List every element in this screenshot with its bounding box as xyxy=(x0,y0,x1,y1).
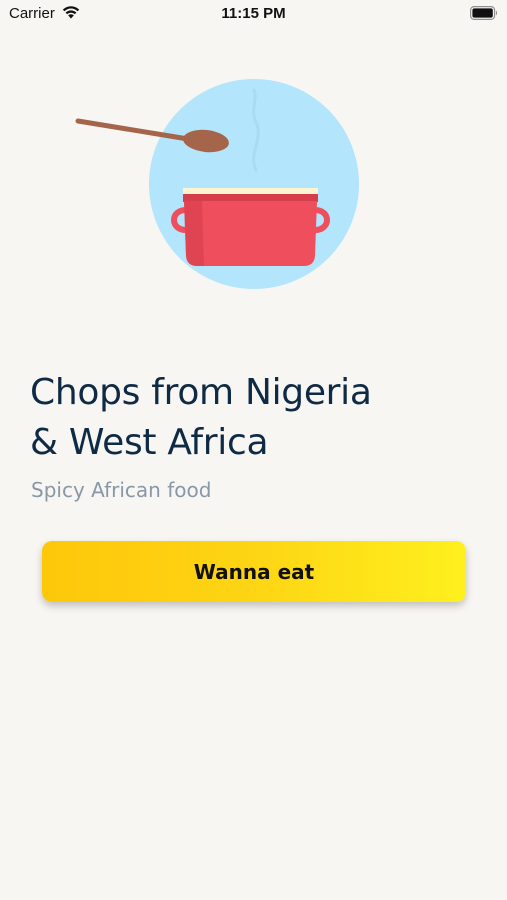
pot-body xyxy=(184,201,317,266)
page-title: Chops from Nigeria & West Africa xyxy=(30,368,480,468)
wanna-eat-button[interactable]: Wanna eat xyxy=(42,541,466,602)
cooking-pot-illustration xyxy=(75,79,359,289)
status-time: 11:15 PM xyxy=(221,5,286,22)
status-bar: Carrier 11:15 PM xyxy=(0,0,507,28)
title-line-1: Chops from Nigeria xyxy=(30,372,372,413)
battery-icon xyxy=(470,6,498,20)
pot-shadow xyxy=(184,201,204,266)
pot-rim xyxy=(183,194,318,202)
subtitle: Spicy African food xyxy=(31,478,212,502)
title-line-2: & West Africa xyxy=(30,422,269,463)
